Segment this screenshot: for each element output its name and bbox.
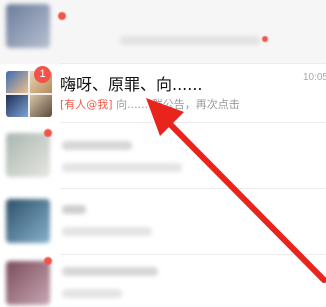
blurred-text [62, 163, 182, 172]
unread-dot [44, 129, 52, 137]
avatar-cell [30, 95, 52, 117]
unread-dot [44, 257, 52, 265]
chat-list-item[interactable] [0, 255, 326, 307]
preview-text: 向......:群公告，再次点击 [116, 98, 240, 111]
blurred-text [62, 227, 152, 236]
chat-title: 嗨呀、原罪、向...... [60, 75, 203, 94]
chat-list-item[interactable] [0, 123, 326, 189]
blurred-text [62, 267, 158, 276]
chat-list-item[interactable] [0, 189, 326, 255]
mention-tag: [有人@我] [60, 98, 113, 111]
avatar [6, 199, 50, 243]
blurred-text [62, 205, 86, 214]
unread-badge: 1 [34, 66, 51, 83]
blurred-text [62, 141, 132, 150]
blurred-text [120, 36, 260, 45]
unread-dot [262, 36, 268, 42]
chat-preview: [有人@我] 向......:群公告，再次点击 [60, 96, 240, 112]
chat-time: 10:05 [302, 72, 326, 83]
divider [60, 63, 326, 64]
avatar-cell [6, 95, 28, 117]
unread-dot [58, 12, 66, 20]
chat-list-item[interactable] [0, 0, 326, 64]
avatar [6, 4, 50, 48]
avatar [6, 133, 50, 177]
avatar-cell [6, 71, 28, 93]
blurred-text [62, 289, 122, 298]
avatar [6, 261, 50, 305]
chat-list-item-focused[interactable]: 1 嗨呀、原罪、向...... [有人@我] 向......:群公告，再次点击 … [0, 65, 326, 123]
